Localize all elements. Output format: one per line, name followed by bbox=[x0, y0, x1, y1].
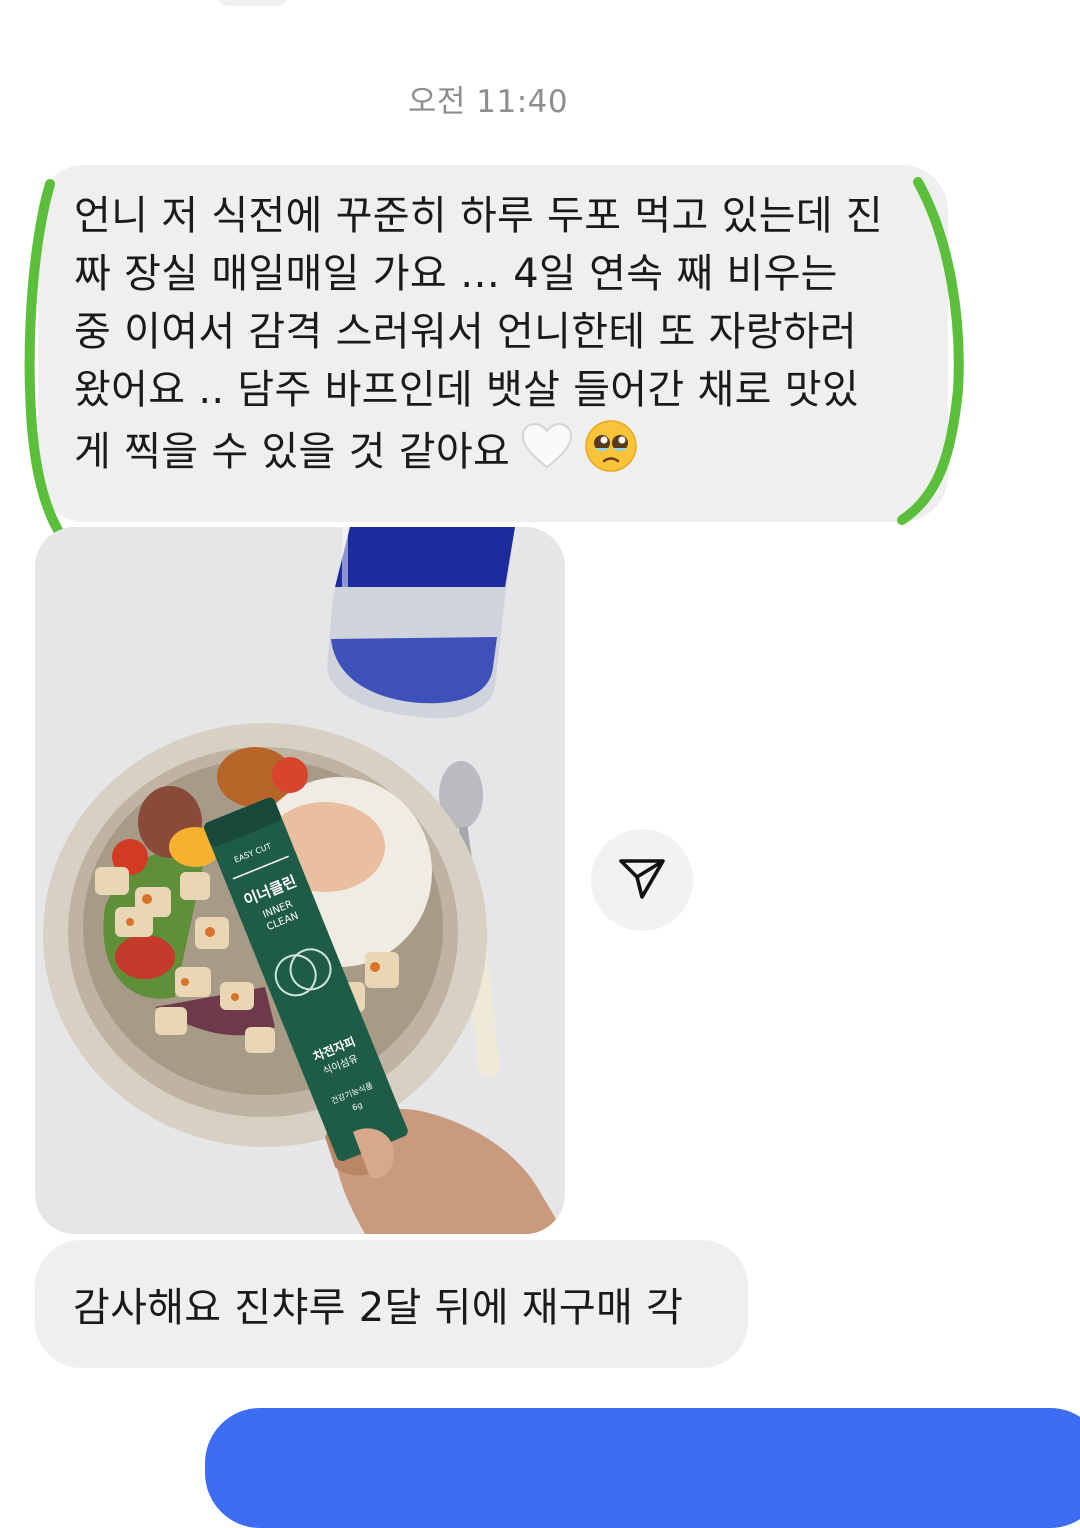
water-glass bbox=[327, 527, 515, 719]
message-text: 언니 저 식전에 꾸준히 하루 두포 먹고 있는데 진 짜 장실 매일매일 가요… bbox=[74, 187, 916, 489]
share-button[interactable] bbox=[591, 829, 693, 931]
received-message-bubble[interactable]: 언니 저 식전에 꾸준히 하루 두포 먹고 있는데 진 짜 장실 매일매일 가요… bbox=[38, 165, 948, 522]
sent-message-bubble[interactable] bbox=[205, 1408, 1080, 1528]
message-timestamp: 오전 11:40 bbox=[407, 84, 569, 120]
pleading-face-icon bbox=[584, 419, 638, 489]
message-line: 언니 저 식전에 꾸준히 하루 두포 먹고 있는데 진 bbox=[74, 193, 884, 239]
message-line: 왔어요 .. 담주 바프인데 뱃살 들어간 채로 맛있 bbox=[74, 367, 859, 413]
message-line: 중 이여서 감격 스러워서 언니한테 또 자랑하러 bbox=[74, 309, 857, 355]
message-line: 게 찍을 수 있을 것 같아요 bbox=[74, 419, 916, 489]
white-heart-icon bbox=[520, 421, 574, 487]
paper-plane-icon bbox=[617, 855, 667, 905]
food-photo-illustration: EASY CUT 이너클린 INNER CLEAN 차전자피 식이섬유 건강기능… bbox=[35, 527, 565, 1234]
message-line: 짜 장실 매일매일 가요 … 4일 연속 째 비우는 bbox=[74, 251, 838, 297]
message-text: 감사해요 진챠루 2달 뒤에 재구매 각 bbox=[73, 1285, 684, 1331]
shared-photo[interactable]: EASY CUT 이너클린 INNER CLEAN 차전자피 식이섬유 건강기능… bbox=[35, 527, 565, 1234]
previous-message-stub bbox=[215, 0, 290, 6]
received-message-bubble-2[interactable]: 감사해요 진챠루 2달 뒤에 재구매 각 bbox=[35, 1240, 748, 1368]
